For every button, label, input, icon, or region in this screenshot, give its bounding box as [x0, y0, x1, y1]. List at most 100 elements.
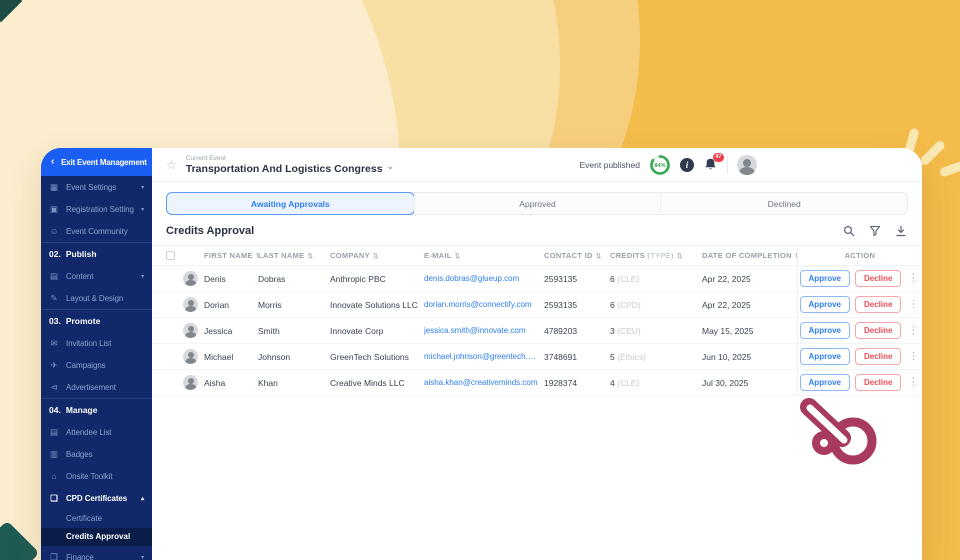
sort-icon[interactable]: ⇅ [373, 253, 379, 260]
column-header-company[interactable]: COMPANY ⇅ [330, 251, 424, 260]
svg-text:84%: 84% [654, 163, 665, 169]
row-menu-icon[interactable]: ⋮ [906, 273, 920, 284]
sidebar-item-label: Event Settings [66, 182, 117, 192]
cell-completion-date: Jun 10, 2025 [702, 351, 752, 362]
sidebar-item-certificate[interactable]: Certificate [41, 509, 152, 528]
attendee-list-icon: ▤ [50, 426, 58, 437]
column-label: COMPANY [330, 251, 370, 260]
user-avatar[interactable] [737, 154, 757, 175]
decline-button[interactable]: Decline [854, 270, 902, 287]
cell-last-name: Dobras [258, 273, 286, 284]
cell-company: Innovate Solutions LLC [330, 299, 418, 310]
decline-button[interactable]: Decline [854, 348, 902, 365]
email-link[interactable]: aisha.khan@creativeminds.com [424, 378, 544, 387]
column-header-first-name[interactable]: FIRST NAME⇅ [204, 251, 258, 260]
approve-button[interactable]: Approve [799, 296, 850, 313]
avatar [183, 271, 198, 286]
cell-company: Anthropic PBC [330, 273, 386, 284]
sidebar-item-finance[interactable]: ❒ Finance ▾ [41, 546, 152, 560]
cell-last-name: Johnson [258, 351, 291, 362]
current-event-label: Current Event [185, 154, 226, 162]
table-row: Denis Dobras Anthropic PBC denis.dobras@… [152, 266, 922, 292]
publish-progress-ring: 84% [650, 154, 670, 175]
column-header-e-mail[interactable]: E-MAIL ⇅ [424, 251, 544, 260]
sort-icon[interactable]: ⇅ [677, 253, 683, 260]
decline-button[interactable]: Decline [854, 322, 902, 339]
tab-approved[interactable]: Approved [413, 193, 661, 214]
sidebar-item-event-settings[interactable]: ▦ Event Settings ▾ [41, 176, 152, 198]
row-menu-icon[interactable]: ⋮ [906, 351, 920, 362]
email-link[interactable]: dorian.morris@connectify.com [424, 300, 544, 309]
row-menu-icon[interactable]: ⋮ [906, 299, 920, 310]
avatar-cell [160, 323, 204, 338]
cell-contact-id: 2593135 [544, 273, 578, 284]
cell-completion-date: May 15, 2025 [702, 325, 754, 336]
sort-icon[interactable]: ⇅ [455, 253, 461, 260]
filter-icon[interactable] [869, 225, 881, 237]
approval-tabs: Awaiting Approvals Approved Declined [166, 192, 908, 215]
select-all-checkbox[interactable] [166, 251, 175, 260]
cell-company: Innovate Corp [330, 325, 384, 336]
email-link[interactable]: michael.johnson@greentech.com [424, 352, 544, 361]
sidebar-item-cpd-certificates[interactable]: ❏ CPD Certificates ▴ [41, 487, 152, 509]
download-icon[interactable] [895, 225, 907, 237]
column-header-date-of-completion[interactable]: DATE OF COMPLETION⇅ [702, 251, 797, 260]
advertisement-icon: ⊲ [50, 381, 58, 392]
decline-button[interactable]: Decline [854, 374, 902, 391]
approve-button[interactable]: Approve [799, 374, 850, 391]
section-label: Manage [65, 405, 98, 415]
column-header-credits[interactable]: CREDITS (TYPE) ⇅ [610, 251, 702, 260]
column-header-last-name[interactable]: LAST NAME ⇅ [258, 251, 330, 260]
section-number: 03. [49, 316, 61, 326]
credits-value: 6 [610, 273, 615, 284]
email-link[interactable]: jessica.smith@innovate.com [424, 326, 544, 335]
notifications-button[interactable]: 47 [703, 153, 724, 172]
row-menu-icon[interactable]: ⋮ [906, 325, 920, 336]
sidebar-item-label: Finance [66, 552, 94, 560]
sidebar: ‹ Exit Event Management ▦ Event Settings ▾… [41, 148, 152, 560]
sort-icon[interactable]: ⇅ [307, 253, 313, 260]
column-label: DATE OF COMPLETION [702, 251, 792, 260]
column-header-contact-id[interactable]: CONTACT ID ⇅ [544, 251, 610, 260]
cell-credits: 6 (CPD) [610, 300, 702, 310]
sidebar-item-attendee-list[interactable]: ▤ Attendee List [41, 421, 152, 443]
decline-button[interactable]: Decline [854, 296, 902, 313]
tab-awaiting-approvals[interactable]: Awaiting Approvals [166, 192, 415, 215]
sidebar-item-badges[interactable]: ▥ Badges [41, 443, 152, 465]
layout-design-icon: ✎ [50, 292, 58, 303]
exit-event-management-button[interactable]: ‹ Exit Event Management [41, 148, 152, 176]
sidebar-item-layout-design[interactable]: ✎ Layout & Design [41, 287, 152, 309]
row-menu-icon[interactable]: ⋮ [906, 377, 920, 388]
search-icon[interactable] [843, 225, 855, 237]
action-cell: Approve Decline ⋮ [797, 344, 922, 369]
content-area: ☆ Current Event Transportation And Logis… [152, 148, 922, 560]
table-row: Michael Johnson GreenTech Solutions mich… [152, 344, 922, 370]
sidebar-item-credits-approval[interactable]: Credits Approval [41, 527, 152, 546]
sort-icon[interactable]: ⇅ [596, 253, 602, 260]
credits-type: (Ethics) [617, 351, 646, 362]
sidebar-item-label: CPD Certificates [66, 493, 128, 503]
published-label: Event published [579, 159, 641, 170]
sidebar-item-onsite-toolkit[interactable]: ⌂ Onsite Toolkit [41, 465, 152, 487]
info-icon[interactable]: i [680, 157, 694, 172]
sidebar-item-content[interactable]: ▤ Content ▾ [41, 265, 152, 287]
sidebar-item-advertisement[interactable]: ⊲ Advertisement [41, 376, 152, 398]
credits-type: (CLE) [617, 273, 640, 284]
sidebar-item-event-community[interactable]: ☺ Event Community [41, 220, 152, 242]
current-event-selector[interactable]: Current Event Transportation And Logisti… [186, 155, 394, 175]
approve-button[interactable]: Approve [799, 348, 850, 365]
sidebar-item-registration-settings[interactable]: ▣ Registration Settings ▾ [41, 198, 152, 220]
table-body: Denis Dobras Anthropic PBC denis.dobras@… [152, 266, 922, 396]
approve-button[interactable]: Approve [799, 322, 850, 339]
email-link[interactable]: denis.dobras@glueup.com [424, 274, 544, 283]
sidebar-section-promote: 03. Promote [41, 309, 152, 332]
tab-declined[interactable]: Declined [660, 193, 907, 214]
chevron-down-icon: ⌄ [386, 161, 395, 171]
credits-type: (CLE) [617, 377, 640, 388]
favorite-star-icon[interactable]: ☆ [166, 159, 177, 171]
sidebar-item-campaigns[interactable]: ✈ Campaigns [41, 354, 152, 376]
sidebar-item-invitation-list[interactable]: ✉ Invitation List [41, 332, 152, 354]
sidebar-item-label: Invitation List [66, 338, 112, 348]
approve-button[interactable]: Approve [799, 270, 850, 287]
sidebar-item-label: Registration Settings [66, 204, 135, 214]
